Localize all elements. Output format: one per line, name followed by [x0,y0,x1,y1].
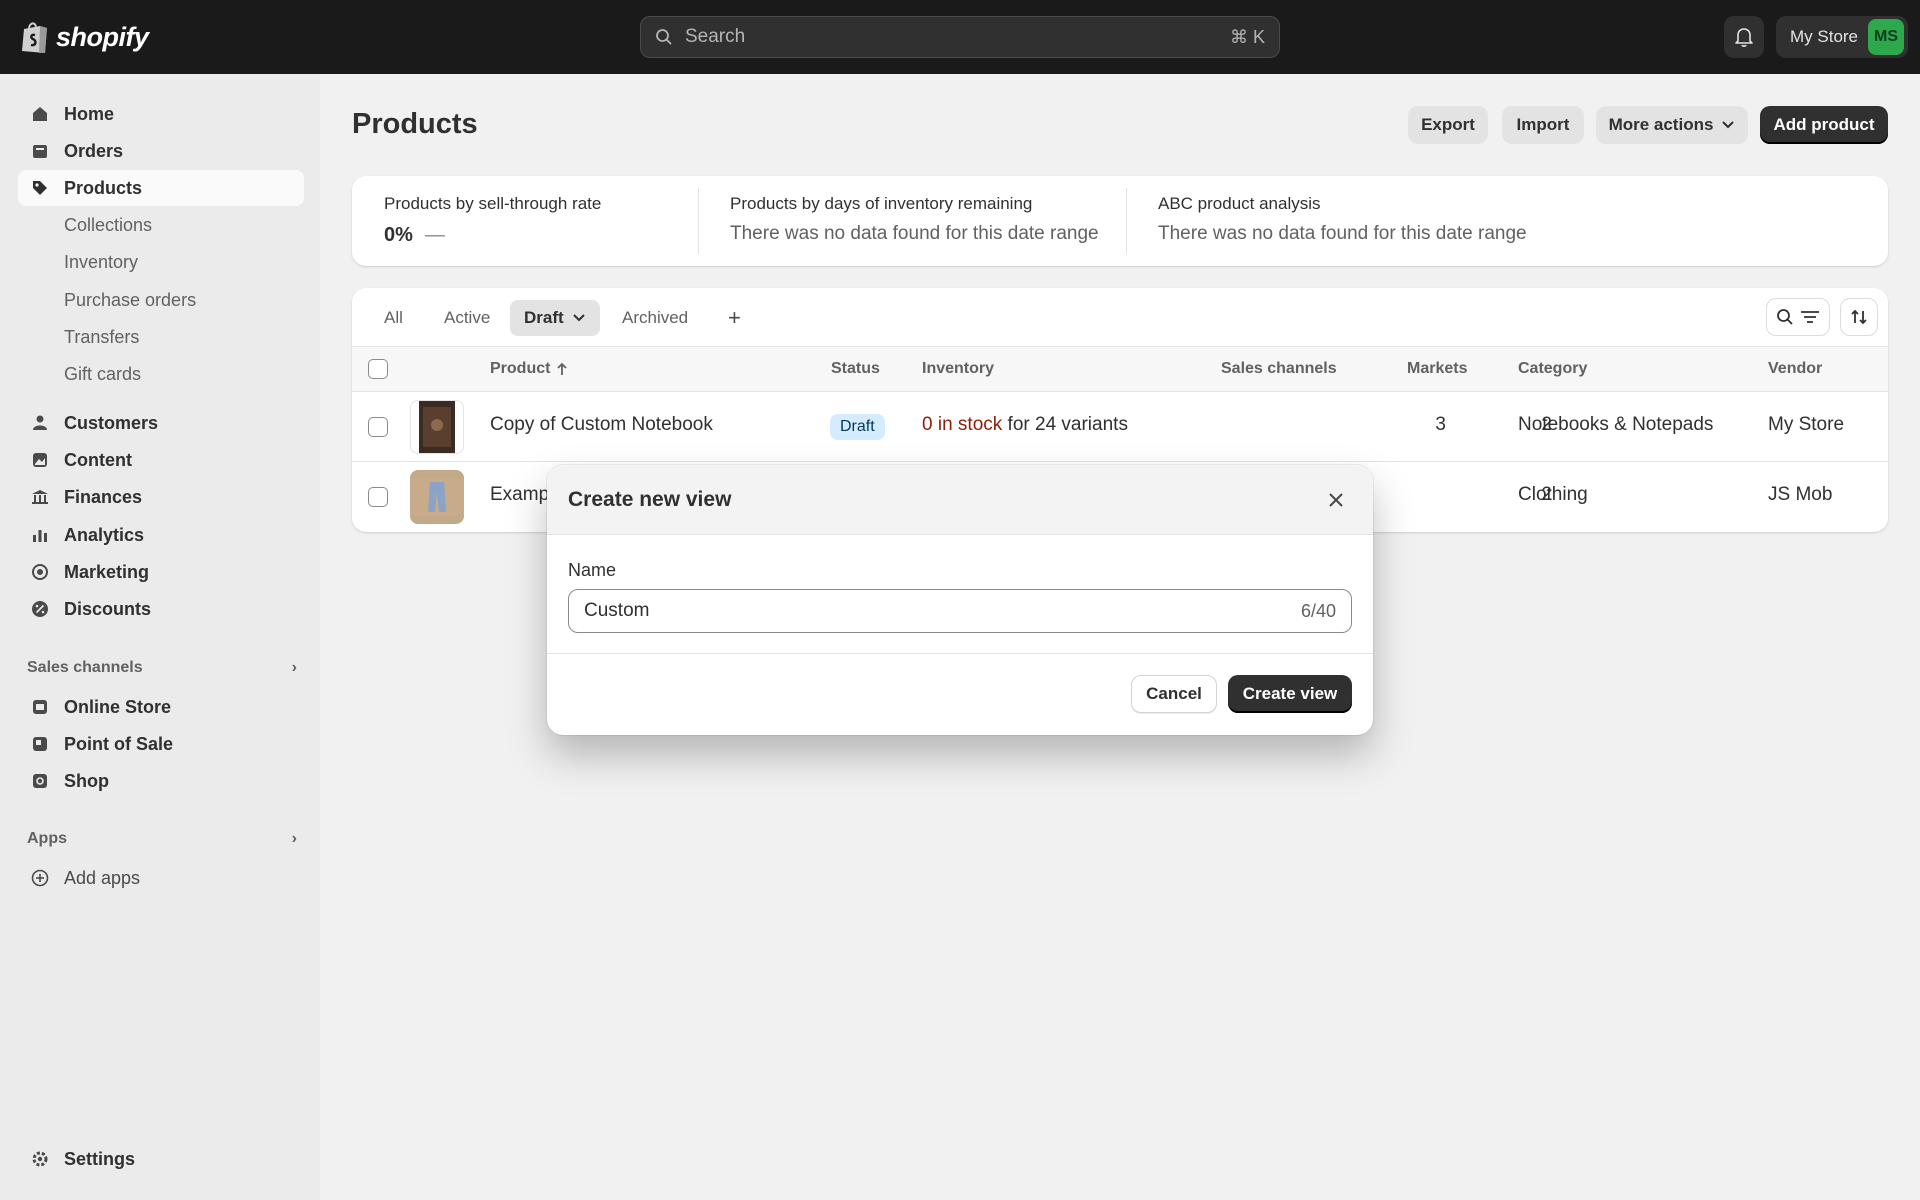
dialog-title: Create new view [568,488,732,511]
close-icon[interactable] [1325,489,1347,511]
name-field-label: Name [568,560,617,580]
name-field[interactable]: 6/40 [568,589,1352,633]
dialog-header: Create new view [547,465,1373,535]
name-input[interactable] [584,600,1301,622]
cancel-button[interactable]: Cancel [1131,675,1217,713]
character-count: 6/40 [1300,600,1336,621]
create-view-dialog: Create new view Name 6/40 Cancel Create … [547,465,1373,735]
create-view-button[interactable]: Create view [1228,675,1352,713]
